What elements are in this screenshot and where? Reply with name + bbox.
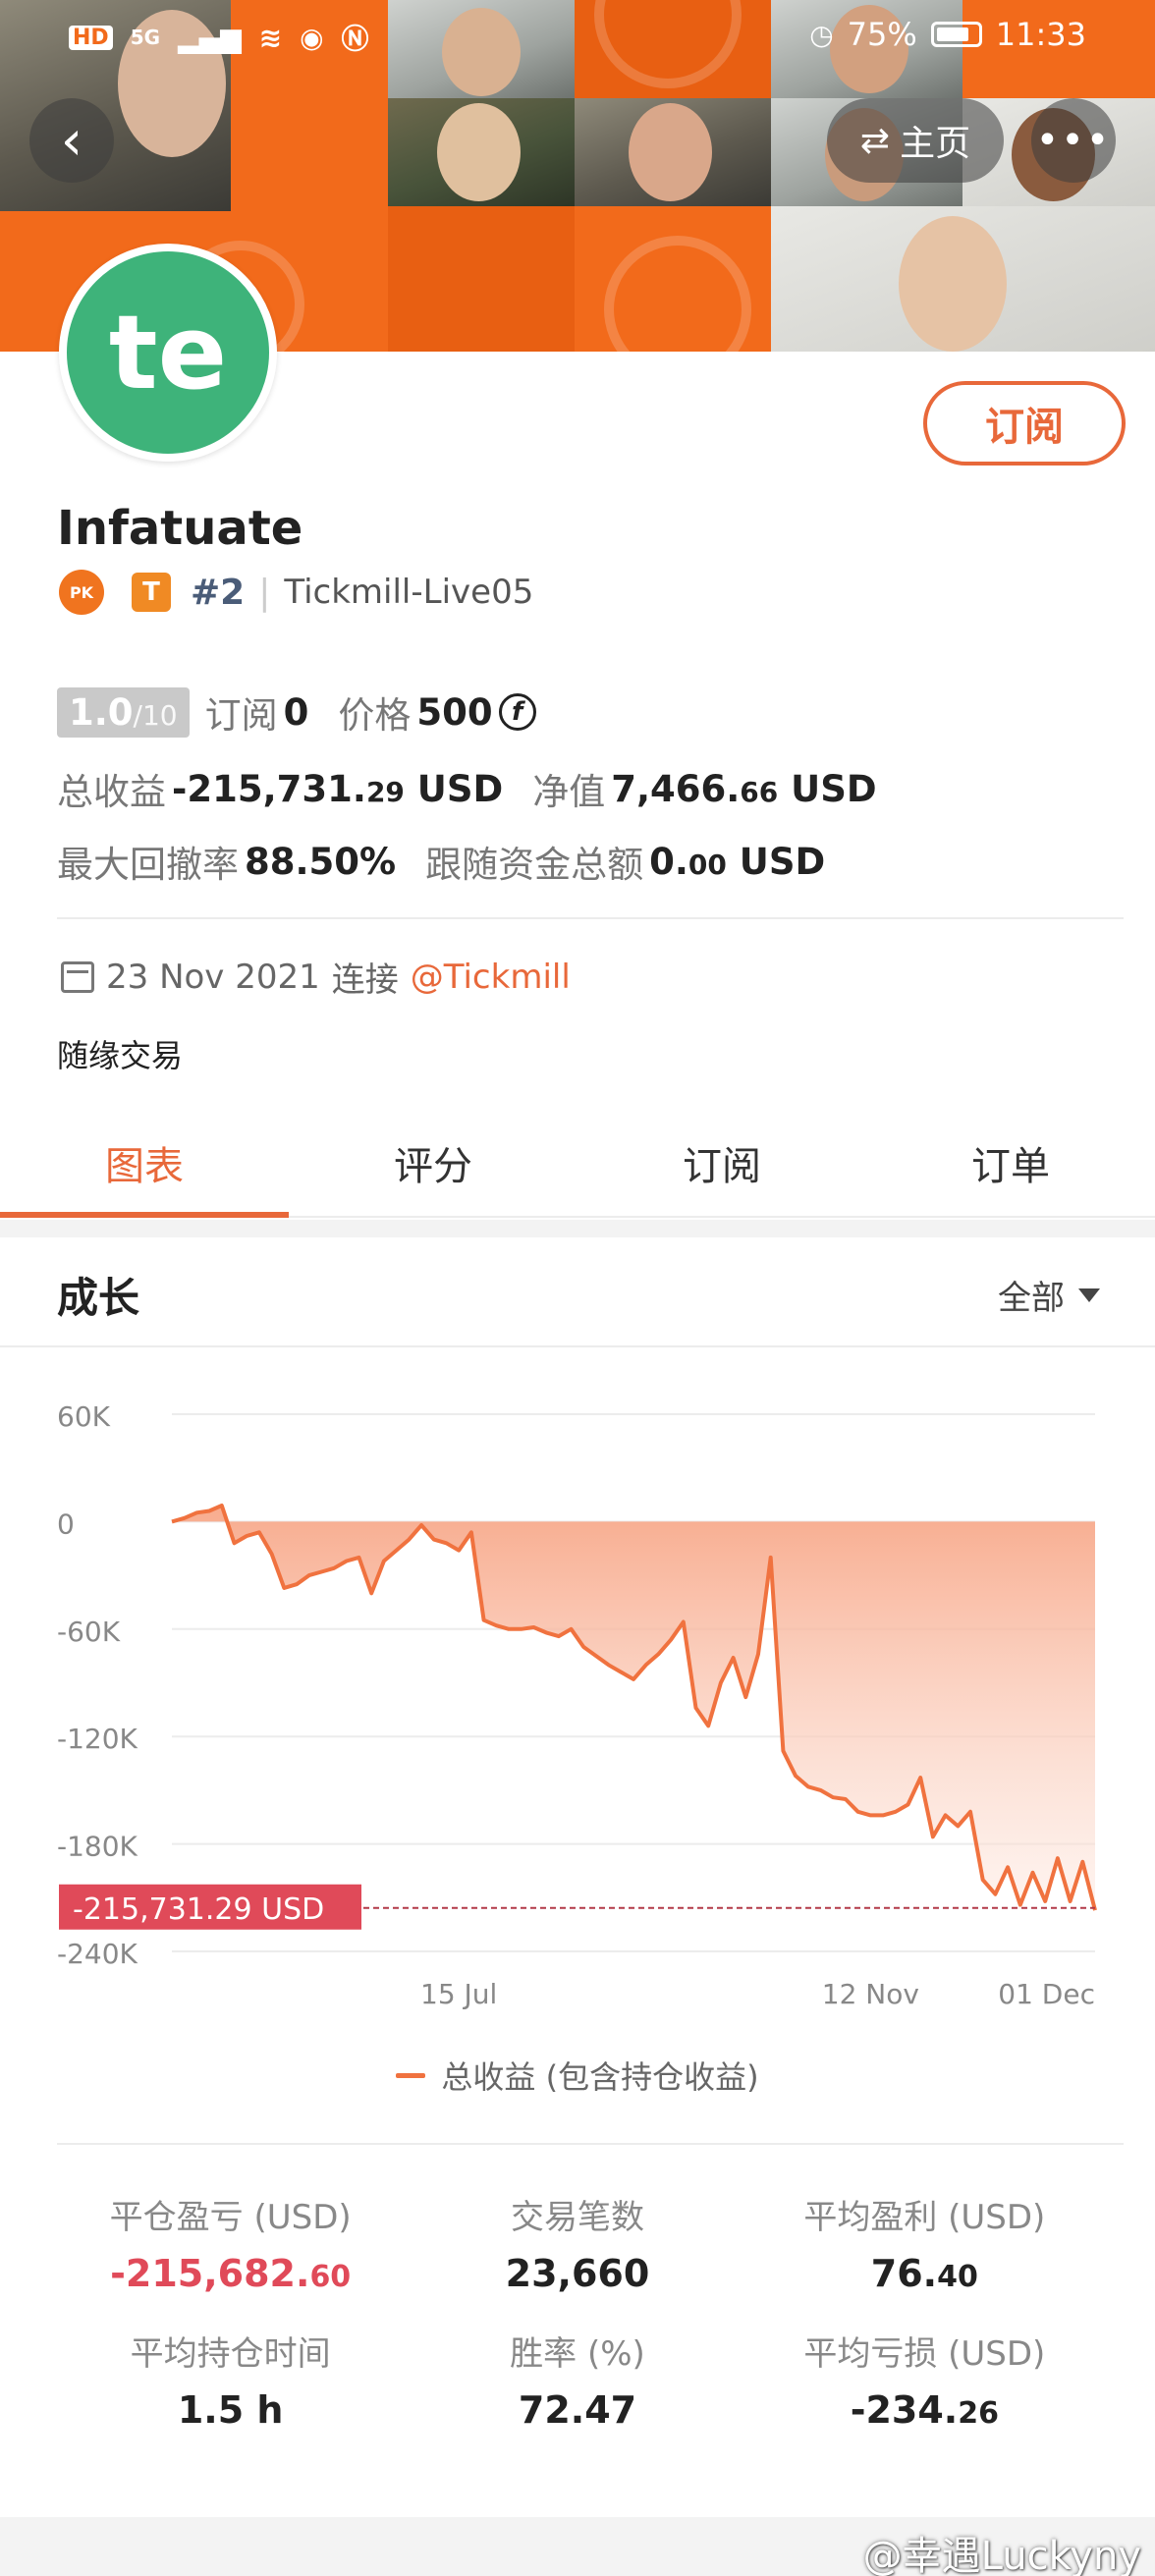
nfc-icon: Ⓝ [341, 23, 369, 55]
more-button[interactable]: ••• [1031, 98, 1116, 183]
coin-icon: f [498, 693, 536, 731]
clock: 11:33 [995, 16, 1086, 53]
battery-percent: 75% [847, 16, 917, 53]
total-profit-value: -215,731.29 USD [172, 767, 504, 810]
swap-arrows-icon: ⇄ [859, 120, 891, 161]
divider [57, 917, 1124, 919]
summary-avg-hold-time: 平均持仓时间 1.5 h [130, 2334, 331, 2432]
battery-icon [930, 22, 982, 47]
caret-down-icon [1078, 1288, 1100, 1302]
score-badge[interactable]: 1.0/10 [57, 686, 190, 738]
rank-label: #2 [191, 572, 246, 613]
hd-indicator: HD [69, 25, 113, 50]
connection-date: 23 Nov 2021 [106, 957, 320, 997]
tab-subscriptions[interactable]: 订阅 [578, 1110, 866, 1216]
tab-orders[interactable]: 订单 [866, 1110, 1155, 1216]
tab-rating[interactable]: 评分 [289, 1110, 578, 1216]
summary-avg-loss: 平均亏损 (USD) -234.26 [803, 2334, 1046, 2432]
y-tick-label: -180K [57, 1831, 138, 1863]
broker-link[interactable]: @Tickmill [411, 958, 571, 997]
tab-chart[interactable]: 图表 [0, 1110, 289, 1218]
series-area-fill [172, 1506, 1095, 1911]
equity-label: 净值 [532, 771, 606, 813]
divider-bar: | [258, 572, 271, 613]
status-bar: HD 5G ▂▄▆ ≋ ◉ Ⓝ ◷ 75% 11:33 [0, 0, 1155, 69]
stats-row-3: 最大回撤率 88.50% 跟随资金总额 0.00 USD [57, 835, 825, 888]
network-indicator: 5G [130, 26, 161, 49]
section-title: 成长 [57, 1274, 140, 1322]
divider [57, 2143, 1124, 2145]
total-profit-label: 总收益 [57, 771, 166, 813]
subscribe-button-label: 订阅 [985, 405, 1064, 450]
chevron-left-icon: ‹ [60, 108, 83, 173]
range-dropdown[interactable]: 全部 [998, 1271, 1100, 1319]
banner-photo-tile [388, 98, 575, 206]
chart-legend: 总收益 (包含持仓收益) [0, 2053, 1155, 2098]
avatar-initials: te [108, 293, 228, 412]
banner-photo-tile [575, 98, 771, 206]
price-label: 价格 [338, 694, 412, 737]
equity-value: 7,466.66 USD [611, 767, 877, 810]
wifi-icon: ≋ [258, 21, 283, 54]
eye-icon: ◉ [300, 21, 324, 54]
range-label: 全部 [998, 1279, 1065, 1318]
home-button[interactable]: ⇄ 主页 [827, 98, 1004, 183]
banner-orange-tile [575, 206, 771, 352]
watermark: @幸遇Luckyny [862, 2534, 1141, 2576]
profile-name: Infatuate [57, 501, 303, 556]
connection-label: 连接 [331, 960, 399, 1000]
x-tick-label: 01 Dec [998, 1978, 1095, 2010]
y-tick-label: 60K [57, 1400, 111, 1433]
profile-badges: PK T #2 | Tickmill-Live05 [59, 570, 533, 615]
current-value-label: -215,731.29 USD [73, 1892, 324, 1927]
summary-closed-pnl: 平仓盈亏 (USD) -215,682.60 [109, 2198, 352, 2295]
legend-swatch [396, 2072, 426, 2078]
price-value: 500 [416, 690, 493, 734]
growth-chart[interactable]: 60K 0 -60K -120K -180K -240K -215,731.29 USD 15… [0, 1355, 1155, 2043]
follow-funds-label: 跟随资金总额 [425, 844, 644, 886]
max-drawdown-label: 最大回撤率 [57, 844, 239, 886]
broker-account: Tickmill-Live05 [284, 573, 534, 612]
growth-chart-svg: 60K 0 -60K -120K -180K -240K -215,731.29 USD 15… [57, 1400, 1097, 2010]
section-spacer [0, 1220, 1155, 1237]
subscribe-count: 0 [283, 690, 309, 734]
alarm-icon: ◷ [809, 18, 834, 51]
t-badge-icon[interactable]: T [132, 573, 171, 612]
max-drawdown-value: 88.50% [245, 840, 397, 883]
signal-icon: ▂▄▆ [178, 21, 242, 54]
avatar[interactable]: te [59, 244, 277, 462]
y-tick-label: -60K [57, 1616, 121, 1648]
stats-row-1: 1.0/10 订阅 0 价格 500 f [57, 685, 536, 739]
y-tick-label: -240K [57, 1938, 138, 1970]
banner-orange-tile [388, 206, 575, 352]
subscribe-button[interactable]: 订阅 [923, 381, 1126, 466]
subscribe-count-label: 订阅 [204, 694, 278, 737]
more-dots-icon: ••• [1035, 118, 1112, 163]
home-label: 主页 [900, 124, 971, 164]
stats-row-2: 总收益 -215,731.29 USD 净值 7,466.66 USD [57, 762, 877, 815]
banner-photo-tile [771, 206, 1155, 352]
legend-label: 总收益 (包含持仓收益) [441, 2058, 759, 2096]
pk-flame-icon[interactable]: PK [59, 570, 104, 615]
summary-avg-profit: 平均盈利 (USD) 76.40 [803, 2198, 1046, 2295]
summary-grid: 平仓盈亏 (USD) -215,682.60 交易笔数 23,660 平均盈利 … [57, 2190, 1098, 2432]
y-tick-label: -120K [57, 1723, 138, 1755]
y-tick-label: 0 [57, 1507, 75, 1540]
x-tick-label: 15 Jul [420, 1978, 497, 2010]
summary-trade-count: 交易笔数 23,660 [505, 2198, 650, 2295]
tab-bar: 图表 评分 订阅 订单 [0, 1110, 1155, 1218]
connection-info: 23 Nov 2021 连接 @Tickmill [61, 953, 571, 1001]
calendar-icon [61, 960, 94, 993]
back-button[interactable]: ‹ [29, 98, 114, 183]
summary-win-rate: 胜率 (%) 72.47 [510, 2334, 645, 2432]
bio-text: 随缘交易 [57, 1037, 184, 1074]
growth-section-header: 成长 全部 [0, 1239, 1155, 1347]
x-tick-label: 12 Nov [822, 1978, 919, 2010]
follow-funds-value: 0.00 USD [649, 840, 826, 883]
